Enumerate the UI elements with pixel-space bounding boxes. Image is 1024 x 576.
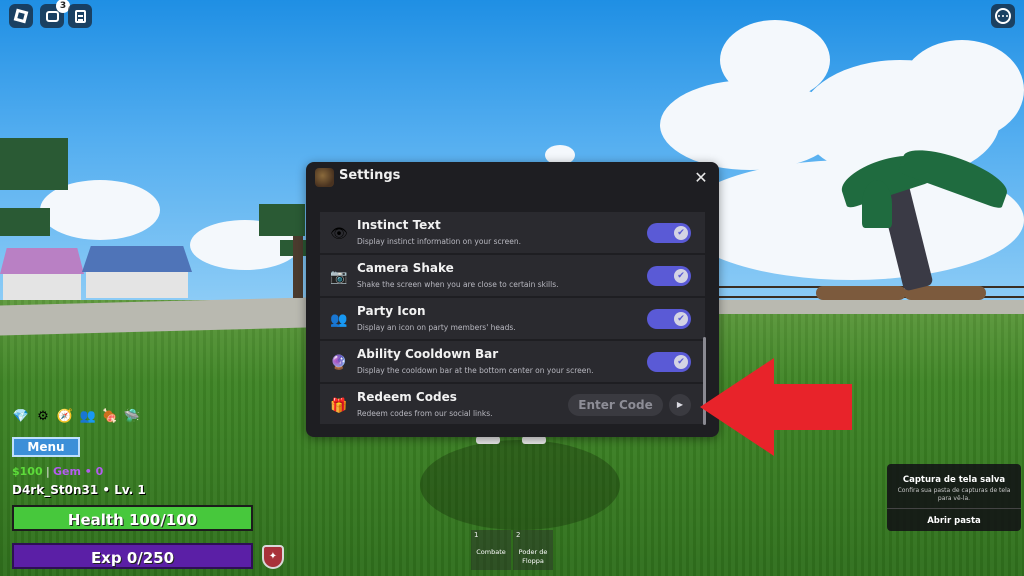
compass-icon[interactable]: 🧭	[56, 408, 74, 426]
code-input[interactable]	[568, 394, 663, 416]
menu-button[interactable]: Menu	[12, 437, 80, 457]
settings-panel: Settings ✕ 👁 Instinct Text Display insti…	[306, 162, 719, 437]
settings-header: Settings ✕	[306, 162, 719, 194]
house	[82, 246, 192, 300]
house	[0, 248, 84, 300]
hotbar-slot-2[interactable]: 2 Poder de Floppa	[513, 530, 553, 570]
money-counter: $100	[12, 465, 43, 478]
setting-title: Camera Shake	[357, 261, 454, 275]
game-logo-icon	[315, 168, 334, 187]
setting-title: Ability Cooldown Bar	[357, 347, 499, 361]
stone-path	[718, 300, 1024, 314]
more-options-button[interactable]	[991, 4, 1015, 28]
setting-description: Display the cooldown bar at the bottom c…	[357, 366, 594, 375]
instinct-text-toggle[interactable]: ✔	[647, 223, 691, 243]
setting-description: Display an icon on party members' heads.	[357, 323, 516, 332]
tree-foliage	[0, 208, 50, 236]
setting-row-party-icon: 👥 Party Icon Display an icon on party me…	[320, 298, 705, 340]
screenshot-saved-toast: Captura de tela salva Confira sua pasta …	[887, 464, 1021, 531]
open-folder-button[interactable]: Abrir pasta	[887, 511, 1021, 531]
check-icon: ✔	[674, 312, 688, 326]
shield-icon[interactable]: ✦	[262, 545, 284, 569]
party-icon: 👥	[330, 312, 348, 328]
character-foot	[476, 436, 500, 444]
slot-number: 1	[474, 531, 479, 539]
check-icon: ✔	[674, 269, 688, 283]
log	[816, 286, 906, 300]
exp-bar: Exp 0/250	[12, 543, 253, 569]
setting-row-instinct-text: 👁 Instinct Text Display instinct informa…	[320, 212, 705, 254]
gem-counter: Gem • 0	[53, 465, 104, 478]
chat-icon	[45, 10, 59, 22]
setting-title: Instinct Text	[357, 218, 441, 232]
setting-row-ability-cooldown-bar: 🔮 Ability Cooldown Bar Display the coold…	[320, 341, 705, 383]
check-icon: ✔	[674, 355, 688, 369]
player-name-level: D4rk_St0n31 • Lv. 1	[12, 483, 146, 497]
setting-description: Display instinct information on your scr…	[357, 237, 521, 246]
setting-row-camera-shake: 📷 Camera Shake Shake the screen when you…	[320, 255, 705, 297]
health-label: Health 100/100	[67, 511, 198, 529]
slot-label: Combate	[476, 548, 506, 556]
stat-separator: |	[46, 465, 50, 478]
gift-icon: 🎁	[330, 398, 348, 414]
setting-description: Redeem codes from our social links.	[357, 409, 493, 418]
camera-shake-toggle[interactable]: ✔	[647, 266, 691, 286]
ufo-icon[interactable]: 🛸	[123, 408, 141, 426]
settings-list[interactable]: 👁 Instinct Text Display instinct informa…	[320, 208, 705, 424]
party-icon-toggle[interactable]: ✔	[647, 309, 691, 329]
ability-icon: 🔮	[330, 355, 348, 371]
eye-icon: 👁	[330, 226, 348, 242]
tree-foliage	[259, 204, 305, 236]
gear-icon[interactable]: ⚙	[34, 408, 52, 426]
roblox-logo-icon	[13, 8, 29, 24]
meat-icon[interactable]: 🍖	[101, 408, 119, 426]
setting-title: Redeem Codes	[357, 390, 457, 404]
slot-number: 2	[516, 531, 521, 539]
clipboard-icon	[74, 9, 86, 23]
character-shadow	[420, 440, 620, 530]
ability-cooldown-bar-toggle[interactable]: ✔	[647, 352, 691, 372]
tree-foliage	[0, 138, 68, 190]
tree-trunk	[293, 236, 303, 298]
cloud	[900, 40, 1024, 140]
exp-label: Exp 0/250	[90, 549, 175, 567]
chat-button[interactable]: 3	[40, 0, 70, 28]
toast-divider	[887, 508, 1021, 509]
settings-title: Settings	[339, 168, 401, 183]
check-icon: ✔	[674, 226, 688, 240]
redeem-submit-button[interactable]: ▶	[669, 394, 691, 416]
palm-leaf	[862, 180, 892, 228]
red-arrow-annotation	[700, 358, 852, 456]
close-button[interactable]: ✕	[691, 168, 711, 188]
roblox-menu-button[interactable]	[9, 4, 33, 28]
camera-icon: 📷	[330, 269, 348, 285]
toast-title: Captura de tela salva	[902, 475, 1006, 485]
character-foot	[522, 436, 546, 444]
hotbar-slot-1[interactable]: 1 Combate	[471, 530, 511, 570]
party-icon[interactable]: 👥	[79, 408, 97, 426]
setting-row-redeem-codes: 🎁 Redeem Codes Redeem codes from our soc…	[320, 384, 705, 424]
health-bar: Health 100/100	[12, 505, 253, 531]
setting-title: Party Icon	[357, 304, 426, 318]
slot-label: Poder de Floppa	[518, 548, 548, 565]
toast-description: Confira sua pasta de capturas de tela pa…	[897, 487, 1011, 502]
more-options-icon	[995, 8, 1011, 24]
gem-stack-icon[interactable]: 💎	[12, 408, 30, 426]
setting-description: Shake the screen when you are close to c…	[357, 280, 559, 289]
notes-button[interactable]	[68, 4, 92, 28]
